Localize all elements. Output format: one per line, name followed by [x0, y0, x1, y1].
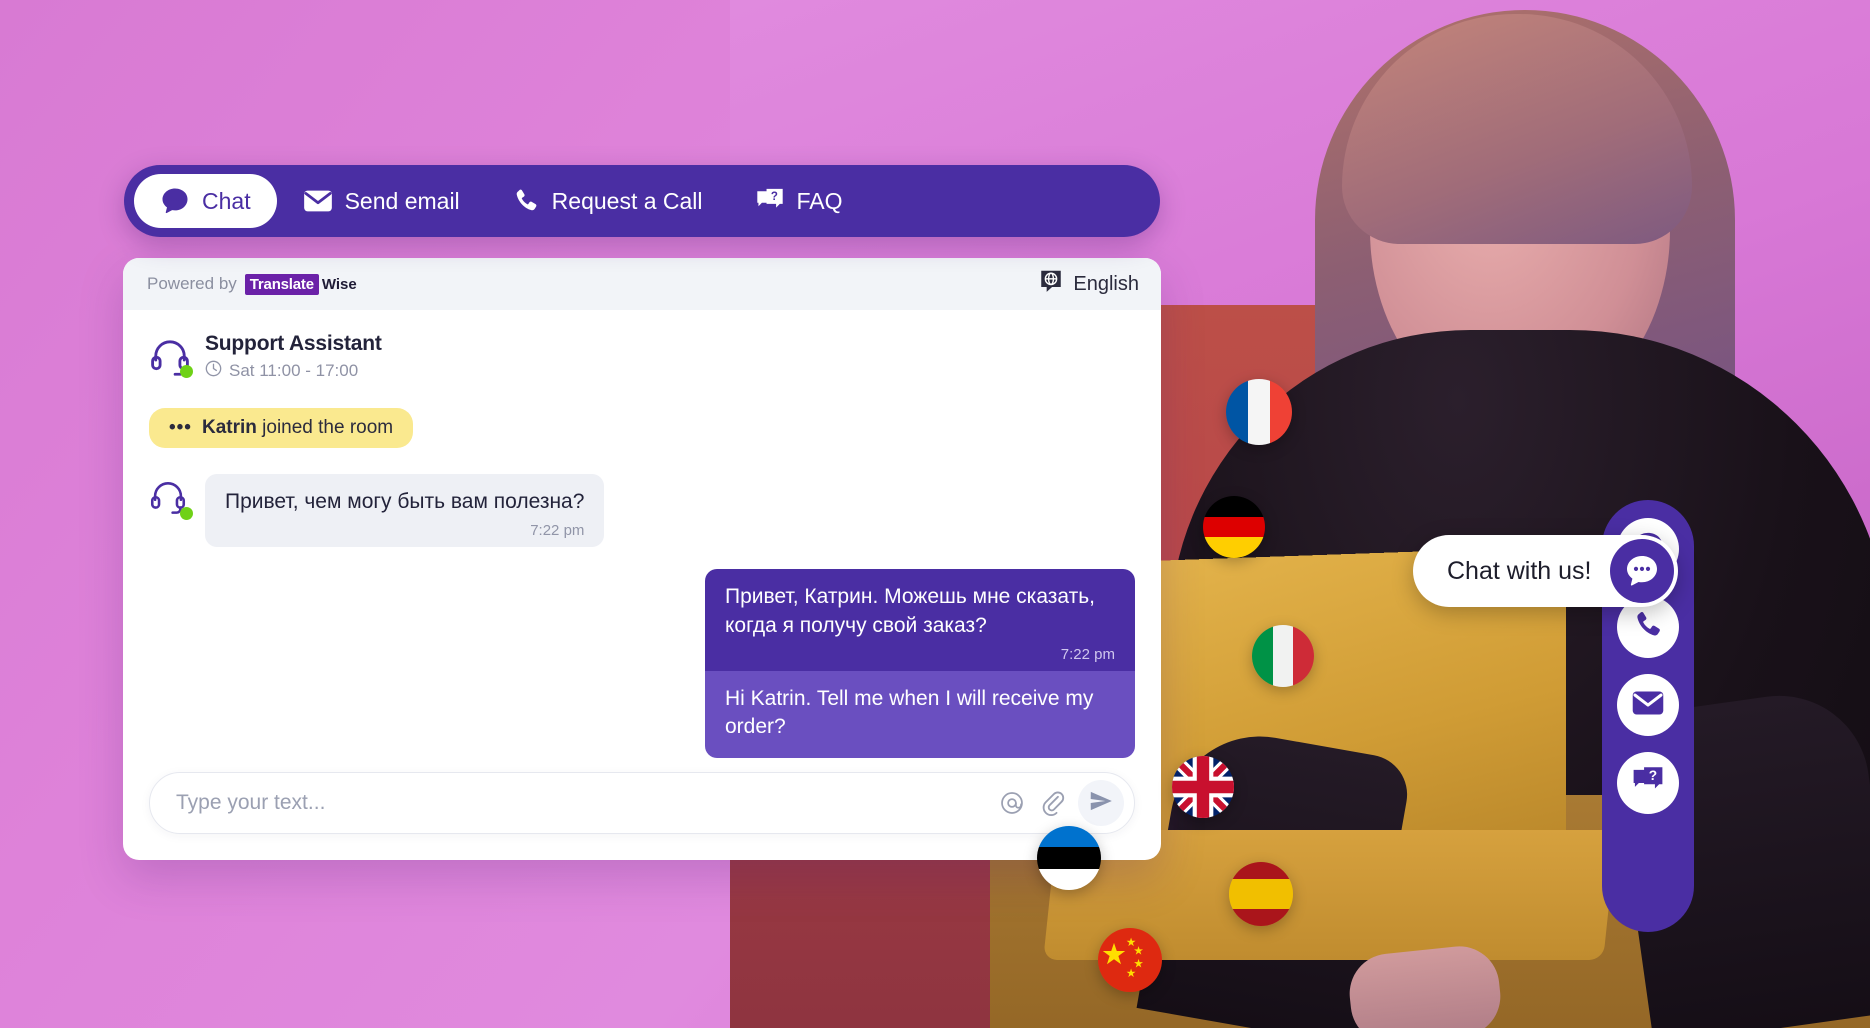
- tab-faq[interactable]: ? FAQ: [729, 174, 869, 228]
- channel-tabbar: Chat Send email Request a Call ? FAQ: [124, 165, 1160, 237]
- chat-panel-body: Support Assistant Sat 11:00 - 17:00 ••• …: [123, 310, 1161, 860]
- message-text: Привет, Катрин. Можешь мне сказать, когд…: [725, 585, 1096, 637]
- svg-text:?: ?: [770, 191, 777, 203]
- agent-header: Support Assistant Sat 11:00 - 17:00: [149, 332, 1135, 382]
- message-bubble: Привет, Катрин. Можешь мне сказать, когд…: [705, 569, 1135, 758]
- message-translation: Hi Katrin. Tell me when I will receive m…: [705, 671, 1135, 758]
- send-arrow-icon: [1088, 788, 1114, 819]
- tab-request-a-call[interactable]: Request a Call: [486, 174, 729, 228]
- flag-germany: [1203, 496, 1265, 558]
- language-label: English: [1073, 272, 1139, 295]
- powered-by: Powered by Translate Wise: [147, 273, 357, 295]
- chat-with-us-label: Chat with us!: [1447, 556, 1592, 585]
- avatar: [149, 478, 193, 520]
- faq-question-bubble-icon: ?: [755, 187, 785, 215]
- paperclip-icon[interactable]: [1032, 783, 1072, 823]
- message-input[interactable]: [176, 791, 992, 815]
- clock-icon: [205, 360, 222, 382]
- widget-button-faq[interactable]: ?: [1617, 752, 1679, 814]
- chat-bubble-icon: [160, 186, 190, 216]
- message-timestamp: 7:22 pm: [1060, 646, 1115, 664]
- agent-hours-text: Sat 11:00 - 17:00: [229, 361, 359, 380]
- faq-question-bubble-icon: ?: [1631, 765, 1665, 802]
- widget-button-email[interactable]: [1617, 674, 1679, 736]
- brand-part-translate: Translate: [244, 273, 319, 295]
- flag-estonia: [1037, 826, 1101, 890]
- system-event-joined: ••• Katrin joined the room: [149, 408, 414, 448]
- status-badge: [180, 507, 193, 520]
- message-bubble: Привет, чем могу быть вам полезна? 7:22 …: [205, 474, 605, 548]
- envelope-icon: [1631, 689, 1665, 722]
- svg-text:?: ?: [1649, 768, 1657, 783]
- tab-send-email[interactable]: Send email: [277, 174, 486, 228]
- send-button[interactable]: [1078, 780, 1124, 826]
- brand-part-wise: Wise: [321, 275, 357, 293]
- powered-by-label: Powered by: [147, 274, 237, 293]
- status-badge: [180, 365, 193, 378]
- tab-chat-label: Chat: [202, 187, 251, 214]
- agent-name: Support Assistant: [205, 332, 382, 355]
- message-translation-text: Hi Katrin. Tell me when I will receive m…: [725, 687, 1094, 739]
- joined-event-text: joined the room: [256, 417, 394, 438]
- chat-panel: Powered by Translate Wise English Suppor…: [123, 258, 1161, 860]
- envelope-icon: [303, 188, 333, 214]
- message-original: Привет, Катрин. Можешь мне сказать, когд…: [705, 569, 1135, 672]
- tab-send-email-label: Send email: [344, 187, 460, 214]
- message-outgoing: Привет, Катрин. Можешь мне сказать, когд…: [149, 569, 1135, 758]
- language-selector[interactable]: English: [1038, 268, 1139, 300]
- globe-speech-bubble-icon: [1038, 268, 1064, 300]
- chat-panel-header: Powered by Translate Wise English: [123, 258, 1161, 310]
- at-mention-icon[interactable]: [992, 783, 1032, 823]
- flag-italy: [1252, 625, 1314, 687]
- joined-actor-name: Katrin: [201, 417, 257, 438]
- tab-chat[interactable]: Chat: [134, 174, 277, 228]
- phone-icon: [512, 187, 540, 215]
- message-text: Привет, чем могу быть вам полезна?: [225, 490, 585, 513]
- flag-france: [1226, 379, 1292, 445]
- chat-bubble-icon: [1609, 539, 1674, 603]
- chat-with-us-cta[interactable]: Chat with us!: [1413, 535, 1678, 607]
- avatar: [149, 336, 193, 378]
- agent-hours: Sat 11:00 - 17:00: [205, 360, 382, 382]
- tab-request-a-call-label: Request a Call: [551, 187, 703, 214]
- page-root: Chat Send email Request a Call ? FAQ Pow…: [0, 0, 1870, 1028]
- flag-united-kingdom: [1172, 756, 1234, 818]
- message-incoming: Привет, чем могу быть вам полезна? 7:22 …: [149, 474, 1135, 548]
- flag-china: [1098, 928, 1162, 992]
- translatewise-logo: Translate Wise: [244, 273, 357, 295]
- message-composer: [149, 772, 1135, 834]
- phone-icon: [1632, 609, 1664, 646]
- message-timestamp: 7:22 pm: [530, 522, 585, 540]
- tab-faq-label: FAQ: [796, 187, 843, 214]
- agent-info: Support Assistant Sat 11:00 - 17:00: [205, 332, 382, 382]
- flag-spain: [1229, 862, 1293, 926]
- typing-dots-icon: •••: [169, 417, 192, 438]
